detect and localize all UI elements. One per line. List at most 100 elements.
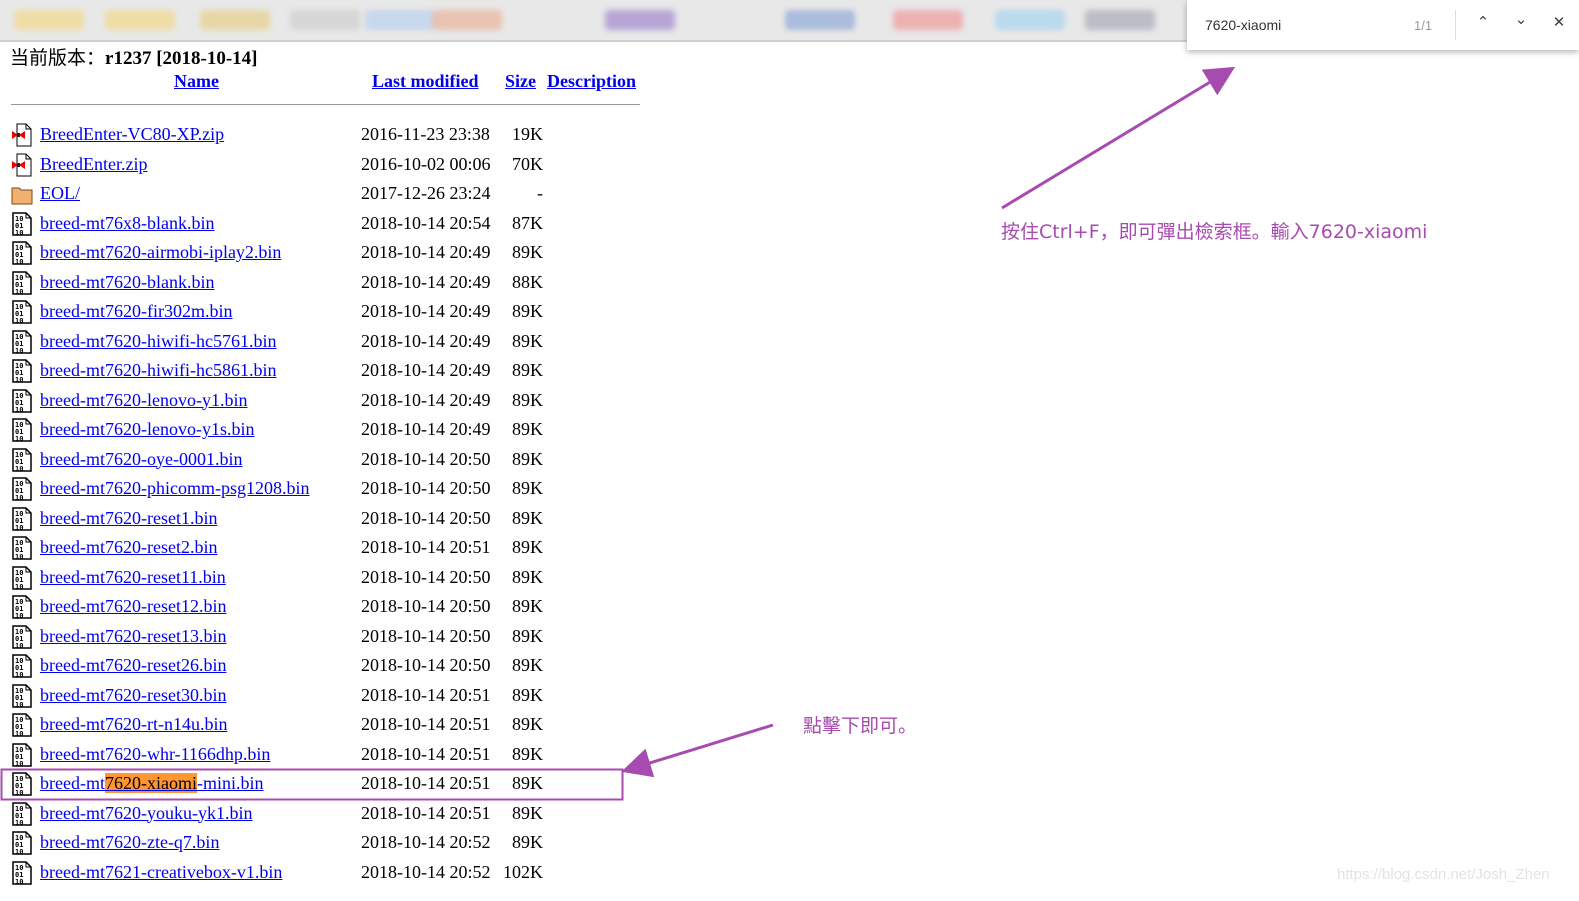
folder-file-icon bbox=[11, 182, 33, 206]
file-row: BreedEnter.zip 2016-10-02 00:06 70K bbox=[0, 150, 640, 180]
file-size: 89K bbox=[512, 743, 543, 764]
file-link[interactable]: breed-mt7620-xiaomi-mini.bin bbox=[40, 773, 263, 794]
chevron-down-icon[interactable]: ⌄ bbox=[1511, 10, 1531, 28]
file-link[interactable]: breed-mt7620-reset1.bin bbox=[40, 508, 217, 529]
file-link[interactable]: breed-mt7620-hiwifi-hc5761.bin bbox=[40, 331, 276, 352]
file-link[interactable]: breed-mt7621-creativebox-v1.bin bbox=[40, 862, 282, 883]
column-header-size[interactable]: Size bbox=[505, 71, 536, 92]
file-link[interactable]: breed-mt7620-rt-n14u.bin bbox=[40, 714, 227, 735]
svg-text:10: 10 bbox=[15, 848, 23, 855]
bookmark-item[interactable] bbox=[605, 10, 675, 30]
file-size: 89K bbox=[512, 360, 543, 380]
svg-text:10: 10 bbox=[15, 347, 23, 354]
svg-text:10: 10 bbox=[15, 789, 23, 796]
column-header-name[interactable]: Name bbox=[174, 71, 219, 92]
bookmark-item[interactable] bbox=[893, 10, 963, 30]
file-link[interactable]: BreedEnter.zip bbox=[40, 154, 147, 175]
match-count: 1/1 bbox=[1414, 18, 1433, 33]
file-size: 89K bbox=[512, 596, 543, 616]
file-row: EOL/2017-12-26 23:24 - bbox=[0, 179, 640, 209]
binary-file-icon: 10 01 10 bbox=[11, 801, 33, 827]
file-size: 89K bbox=[512, 242, 543, 262]
file-link[interactable]: breed-mt7620-reset11.bin bbox=[40, 567, 226, 588]
bookmark-item[interactable] bbox=[432, 10, 502, 30]
file-size: 102K bbox=[503, 861, 543, 882]
binary-file-icon: 10 01 10 bbox=[11, 860, 33, 886]
file-modified: 2018-10-14 20:51 bbox=[361, 802, 491, 823]
file-size: 89K bbox=[512, 625, 543, 646]
find-input[interactable]: 7620-xiaomi bbox=[1205, 17, 1281, 33]
find-annotation: 按住Ctrl+F，即可彈出檢索框。輸入7620-xiaomi bbox=[1001, 221, 1428, 243]
divider bbox=[1455, 10, 1456, 40]
file-link[interactable]: breed-mt7620-fir302m.bin bbox=[40, 301, 232, 322]
file-link[interactable]: breed-mt7620-reset26.bin bbox=[40, 655, 226, 676]
file-row: 10 01 10 breed-mt7620-hiwifi-hc5861.bin 2018… bbox=[0, 356, 640, 386]
file-link[interactable]: EOL/ bbox=[40, 183, 80, 204]
column-header-last-modified[interactable]: Last modified bbox=[372, 71, 479, 92]
svg-text:10: 10 bbox=[15, 465, 23, 472]
file-link[interactable]: breed-mt7620-whr-1166dhp.bin bbox=[40, 744, 270, 765]
binary-file-icon: 10 01 10 bbox=[11, 654, 33, 679]
version-label: 当前版本： bbox=[10, 48, 106, 69]
svg-text:10: 10 bbox=[15, 819, 23, 826]
file-modified: 2018-10-14 20:49 bbox=[361, 419, 491, 439]
version-heading: 当前版本：r1237 [2018-10-14] bbox=[10, 43, 258, 70]
file-size: 89K bbox=[512, 537, 543, 557]
file-link[interactable]: breed-mt76x8-blank.bin bbox=[40, 213, 214, 234]
bookmark-item[interactable] bbox=[365, 10, 435, 30]
bookmark-item[interactable] bbox=[105, 10, 175, 30]
zip-file-icon bbox=[11, 153, 33, 177]
file-size: 89K bbox=[512, 448, 543, 469]
file-row: 10 01 10 breed-mt7620-zte-q7.bin 2018-10-14 … bbox=[0, 828, 640, 858]
file-modified: 2018-10-14 20:52 bbox=[361, 861, 491, 882]
file-size: 89K bbox=[512, 832, 543, 852]
file-link[interactable]: breed-mt7620-oye-0001.bin bbox=[40, 449, 242, 470]
binary-file-icon: 10 01 10 bbox=[11, 624, 33, 650]
file-link[interactable]: breed-mt7620-reset2.bin bbox=[40, 537, 217, 558]
svg-text:10: 10 bbox=[15, 553, 23, 560]
file-link[interactable]: breed-mt7620-lenovo-y1.bin bbox=[40, 390, 247, 411]
file-row: 10 01 10 breed-mt7620-hiwifi-hc5761.bin 2018… bbox=[0, 327, 640, 357]
close-icon[interactable]: ✕ bbox=[1549, 13, 1569, 31]
binary-file-icon: 10 01 10 bbox=[11, 595, 33, 620]
file-modified: 2018-10-14 20:52 bbox=[361, 832, 491, 852]
bookmark-item[interactable] bbox=[995, 10, 1065, 30]
svg-text:10: 10 bbox=[15, 406, 23, 413]
binary-file-icon: 10 01 10 bbox=[11, 772, 33, 797]
file-size: 89K bbox=[512, 655, 543, 675]
file-link[interactable]: breed-mt7620-blank.bin bbox=[40, 272, 214, 293]
arrow-to-highlighted-row bbox=[621, 723, 774, 778]
file-link[interactable]: breed-mt7620-airmobi-iplay2.bin bbox=[40, 242, 281, 263]
file-modified: 2018-10-14 20:49 bbox=[361, 301, 491, 321]
file-modified: 2016-10-02 00:06 bbox=[361, 153, 491, 174]
file-size: 89K bbox=[512, 301, 543, 321]
binary-file-icon: 10 01 10 bbox=[11, 713, 33, 738]
file-modified: 2018-10-14 20:50 bbox=[361, 478, 491, 498]
file-size: 89K bbox=[512, 802, 543, 823]
bookmark-item[interactable] bbox=[785, 10, 855, 30]
column-header-description[interactable]: Description bbox=[547, 71, 636, 92]
file-row: 10 01 10 breed-mt7620-airmobi-iplay2.bin 201… bbox=[0, 238, 640, 268]
file-link[interactable]: breed-mt7620-phicomm-psg1208.bin bbox=[40, 478, 309, 499]
file-link[interactable]: breed-mt7620-reset30.bin bbox=[40, 685, 226, 706]
file-row: 10 01 10 breed-mt7620-reset30.bin 2018-10-14… bbox=[0, 681, 640, 711]
file-link[interactable]: breed-mt7620-hiwifi-hc5861.bin bbox=[40, 360, 276, 381]
file-size: 89K bbox=[512, 330, 543, 351]
file-link[interactable]: breed-mt7620-lenovo-y1s.bin bbox=[40, 419, 254, 440]
file-link[interactable]: breed-mt7620-youku-yk1.bin bbox=[40, 803, 252, 824]
binary-file-icon: 10 01 10 bbox=[11, 241, 33, 266]
bookmark-item[interactable] bbox=[290, 10, 360, 30]
chevron-up-icon[interactable]: ⌃ bbox=[1473, 13, 1493, 31]
file-link[interactable]: breed-mt7620-zte-q7.bin bbox=[40, 832, 219, 853]
file-size: 87K bbox=[512, 212, 543, 233]
bookmark-item[interactable] bbox=[14, 10, 84, 30]
file-link[interactable]: breed-mt7620-reset13.bin bbox=[40, 626, 226, 647]
binary-file-icon: 10 01 10 bbox=[11, 300, 33, 325]
bookmark-item[interactable] bbox=[200, 10, 270, 30]
file-link[interactable]: breed-mt7620-reset12.bin bbox=[40, 596, 226, 617]
bookmark-item[interactable] bbox=[1085, 10, 1155, 30]
file-modified: 2016-11-23 23:38 bbox=[361, 124, 490, 144]
file-row: 10 01 10 breed-mt7620-reset26.bin 2018-10-14… bbox=[0, 651, 640, 681]
file-link[interactable]: BreedEnter-VC80-XP.zip bbox=[40, 124, 224, 145]
svg-text:10: 10 bbox=[15, 317, 23, 324]
